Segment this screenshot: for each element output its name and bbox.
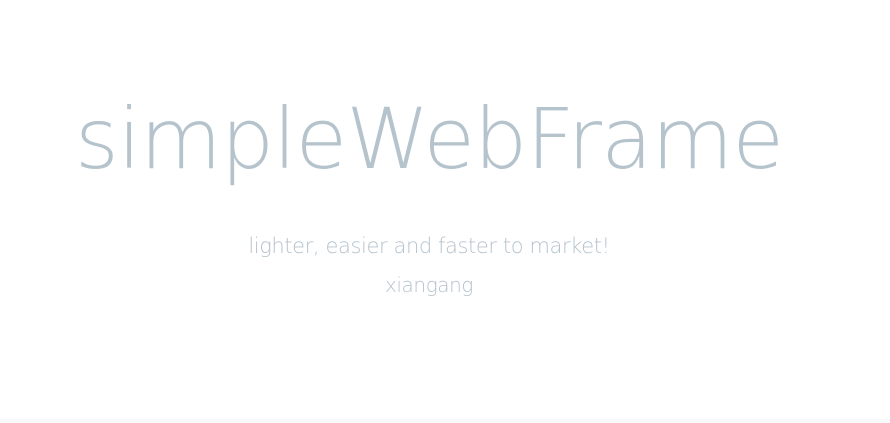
hero-author: xiangang	[384, 273, 474, 297]
hero-tagline: lighter, easier and faster to market!	[248, 234, 610, 258]
hero-title: simpleWebFrame	[74, 90, 784, 188]
bottom-divider	[0, 419, 890, 423]
page: simpleWebFrame lighter, easier and faste…	[0, 0, 890, 423]
